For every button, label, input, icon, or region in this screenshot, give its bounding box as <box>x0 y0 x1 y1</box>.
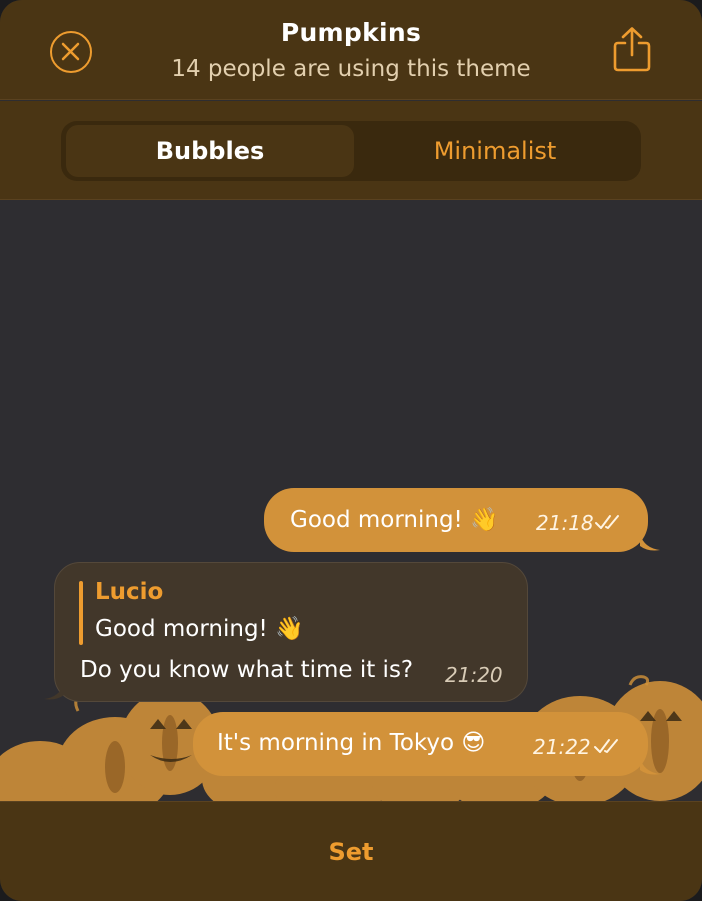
theme-title: Pumpkins <box>280 18 422 47</box>
bubble-tail <box>640 534 660 551</box>
message-text: It's morning in Tokyo 😎 <box>217 730 486 756</box>
message-time: 21:18 <box>536 511 594 535</box>
message-text: Do you know what time it is? <box>80 657 414 683</box>
bubble-tail <box>640 758 660 775</box>
chat-preview: Good morning! 👋 21:18 Lucio Good morning… <box>0 201 702 801</box>
double-check-icon <box>595 515 619 529</box>
message-time: 21:20 <box>445 663 503 687</box>
incoming-message[interactable]: Lucio Good morning! 👋 Do you know what t… <box>54 562 528 702</box>
share-button[interactable] <box>610 25 654 73</box>
message-time: 21:22 <box>533 735 591 759</box>
view-mode-bar: Bubbles Minimalist <box>0 101 702 200</box>
outgoing-message[interactable]: It's morning in Tokyo 😎 21:22 <box>193 712 648 776</box>
message-text: Good morning! 👋 <box>290 507 499 533</box>
outgoing-message[interactable]: Good morning! 👋 21:18 <box>264 488 648 552</box>
reply-indicator <box>79 581 83 645</box>
set-theme-button[interactable]: Set <box>0 802 702 901</box>
tab-bubbles[interactable]: Bubbles <box>66 125 354 177</box>
reply-quoted-text: Good morning! 👋 <box>95 616 304 642</box>
theme-usage-count: 14 people are using this theme <box>171 56 531 82</box>
tab-minimalist[interactable]: Minimalist <box>351 125 639 177</box>
footer: Set <box>0 801 702 901</box>
bubble-tail <box>44 683 64 700</box>
header: Pumpkins 14 people are using this theme <box>0 0 702 100</box>
double-check-icon <box>594 739 618 753</box>
view-mode-segmented-control: Bubbles Minimalist <box>61 121 641 181</box>
reply-sender-name: Lucio <box>95 579 164 605</box>
theme-preview-sheet: Pumpkins 14 people are using this theme … <box>0 0 702 901</box>
share-icon <box>613 27 651 72</box>
